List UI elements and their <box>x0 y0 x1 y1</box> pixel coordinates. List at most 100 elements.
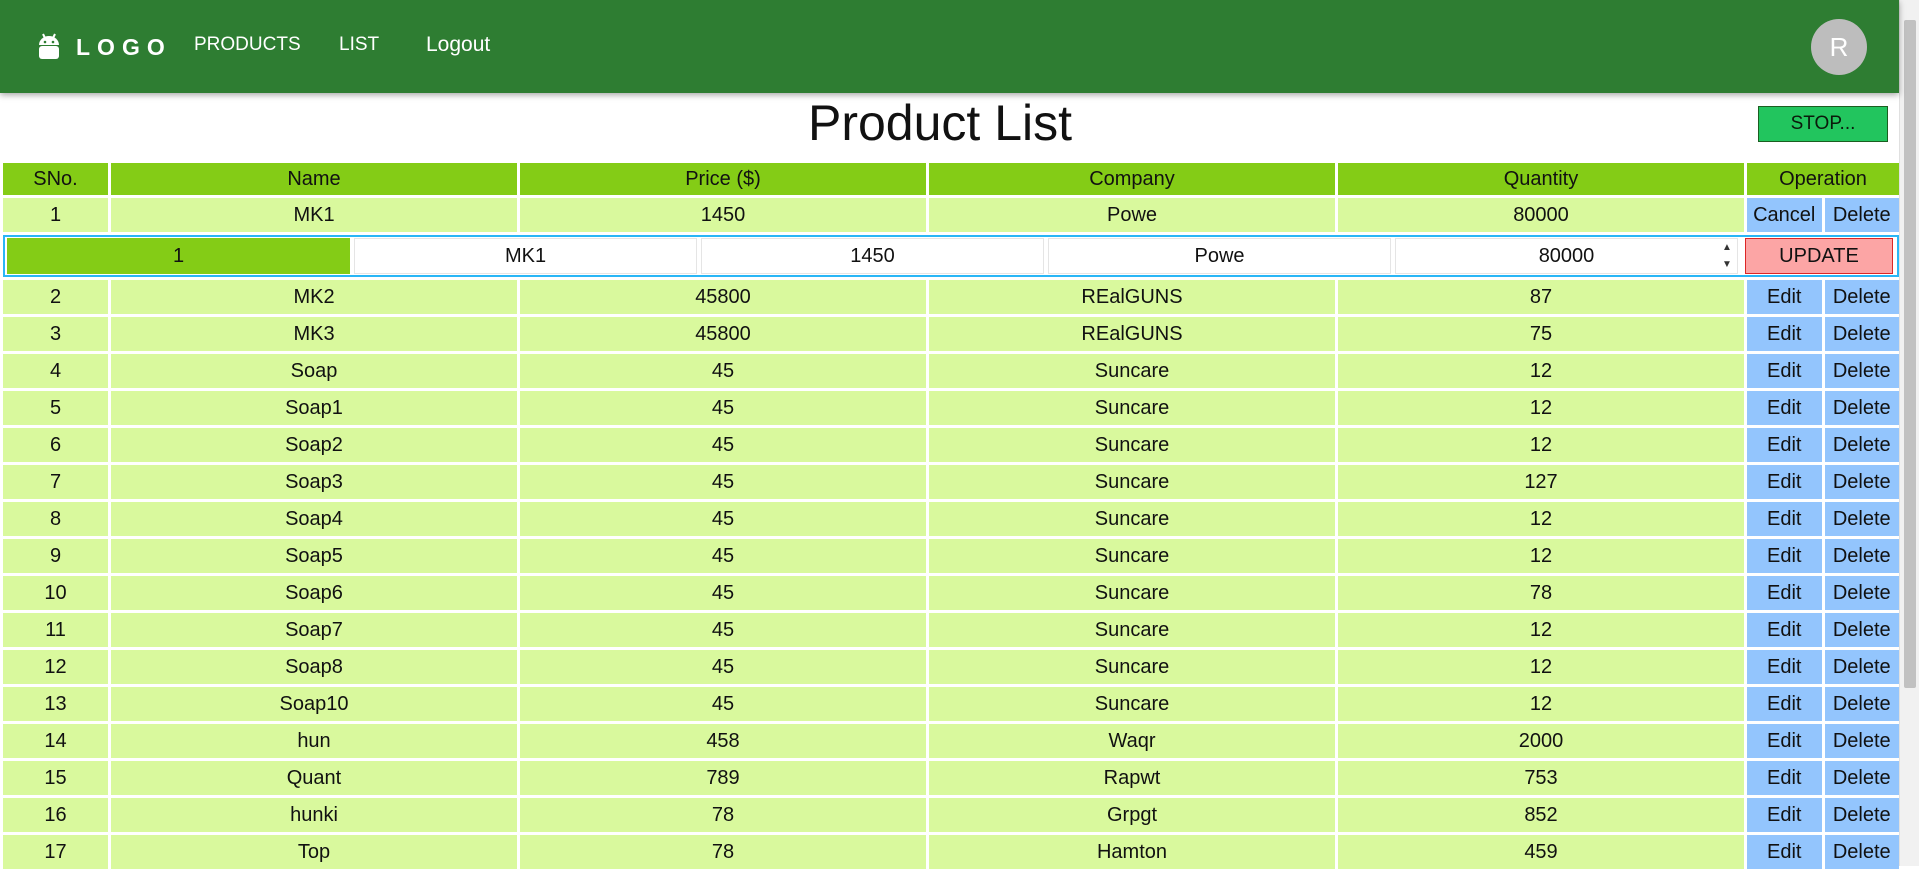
edit-row-cell: 1 ▲ ▼ UPDATE <box>3 235 1899 277</box>
cell-operation: Edit Delete <box>1747 539 1899 573</box>
product-table-container: SNo. Name Price ($) Company Quantity Ope… <box>0 160 1899 872</box>
header-price[interactable]: Price ($) <box>520 163 926 195</box>
cell-quantity: 12 <box>1338 502 1744 536</box>
cell-price: 45 <box>520 687 926 721</box>
stop-button[interactable]: STOP... <box>1758 106 1888 142</box>
edit-button[interactable]: Edit <box>1747 835 1822 869</box>
edit-button[interactable]: Edit <box>1747 502 1822 536</box>
delete-button[interactable]: Delete <box>1824 539 1899 573</box>
chevron-down-icon[interactable]: ▼ <box>1722 259 1732 270</box>
cell-price: 78 <box>520 798 926 832</box>
table-row: 10 Soap6 45 Suncare 78 Edit Delete <box>3 576 1899 610</box>
cell-name: MK2 <box>111 280 517 314</box>
table-row: 17 Top 78 Hamton 459 Edit Delete <box>3 835 1899 869</box>
header-company[interactable]: Company <box>929 163 1335 195</box>
edit-button[interactable]: Edit <box>1747 539 1822 573</box>
page-scrollbar[interactable] <box>1899 0 1919 866</box>
delete-button[interactable]: Delete <box>1824 354 1899 388</box>
edit-button[interactable]: Edit <box>1747 428 1822 462</box>
cell-quantity: 12 <box>1338 391 1744 425</box>
table-row: 9 Soap5 45 Suncare 12 Edit Delete <box>3 539 1899 573</box>
edit-button[interactable]: Edit <box>1747 798 1822 832</box>
edit-button[interactable]: Edit <box>1747 687 1822 721</box>
logout-link[interactable]: Logout <box>426 33 490 57</box>
delete-button[interactable]: Delete <box>1824 835 1899 869</box>
delete-button[interactable]: Delete <box>1824 798 1899 832</box>
header-sno[interactable]: SNo. <box>3 163 108 195</box>
delete-button[interactable]: Delete <box>1824 650 1899 684</box>
edit-button[interactable]: Edit <box>1747 761 1822 795</box>
delete-button[interactable]: Delete <box>1824 280 1899 314</box>
cell-operation: Edit Delete <box>1747 650 1899 684</box>
cell-operation: Edit Delete <box>1747 428 1899 462</box>
cell-sno: 6 <box>3 428 108 462</box>
cell-quantity: 12 <box>1338 539 1744 573</box>
table-body: 1 MK1 1450 Powe 80000 Cancel Delete 1 MK… <box>3 198 1899 869</box>
header-quantity[interactable]: Quantity <box>1338 163 1744 195</box>
edit-button[interactable]: Edit <box>1747 724 1822 758</box>
nav-link-list[interactable]: LIST <box>339 34 379 56</box>
table-row: 8 Soap4 45 Suncare 12 Edit Delete <box>3 502 1899 536</box>
cell-price: 45 <box>520 539 926 573</box>
edit-name-input[interactable] <box>354 238 697 274</box>
cancel-button[interactable]: Cancel <box>1747 198 1822 232</box>
table-row: 3 MK3 45800 REalGUNS 75 Edit Delete <box>3 317 1899 351</box>
delete-button[interactable]: Delete <box>1824 687 1899 721</box>
cell-price: 45 <box>520 354 926 388</box>
delete-button[interactable]: Delete <box>1824 198 1899 232</box>
delete-button[interactable]: Delete <box>1824 391 1899 425</box>
header-name[interactable]: Name <box>111 163 517 195</box>
cell-sno: 10 <box>3 576 108 610</box>
table-row: 1 MK1 1450 Powe 80000 Cancel Delete <box>3 198 1899 232</box>
cell-price: 45800 <box>520 317 926 351</box>
cell-price: 45 <box>520 613 926 647</box>
cell-operation: Edit Delete <box>1747 835 1899 869</box>
chevron-up-icon[interactable]: ▲ <box>1722 242 1732 253</box>
edit-button[interactable]: Edit <box>1747 280 1822 314</box>
edit-sno: 1 <box>7 238 350 274</box>
edit-company-input[interactable] <box>1048 238 1391 274</box>
edit-button[interactable]: Edit <box>1747 354 1822 388</box>
scrollbar-thumb[interactable] <box>1904 20 1916 688</box>
edit-button[interactable]: Edit <box>1747 613 1822 647</box>
cell-sno: 1 <box>3 198 108 232</box>
edit-button[interactable]: Edit <box>1747 317 1822 351</box>
cell-operation: Edit Delete <box>1747 687 1899 721</box>
cell-company: Suncare <box>929 687 1335 721</box>
delete-button[interactable]: Delete <box>1824 761 1899 795</box>
cell-price: 45 <box>520 650 926 684</box>
edit-price-input[interactable] <box>701 238 1044 274</box>
delete-button[interactable]: Delete <box>1824 724 1899 758</box>
table-row: 15 Quant 789 Rapwt 753 Edit Delete <box>3 761 1899 795</box>
table-row: 13 Soap10 45 Suncare 12 Edit Delete <box>3 687 1899 721</box>
edit-quantity-input[interactable] <box>1395 238 1738 274</box>
cell-quantity: 12 <box>1338 354 1744 388</box>
cell-sno: 5 <box>3 391 108 425</box>
edit-button[interactable]: Edit <box>1747 391 1822 425</box>
delete-button[interactable]: Delete <box>1824 465 1899 499</box>
cell-price: 45 <box>520 502 926 536</box>
nav-link-products[interactable]: PRODUCTS <box>194 34 301 56</box>
cell-company: Suncare <box>929 354 1335 388</box>
delete-button[interactable]: Delete <box>1824 576 1899 610</box>
cell-name: Soap5 <box>111 539 517 573</box>
edit-button[interactable]: Edit <box>1747 465 1822 499</box>
table-row: 7 Soap3 45 Suncare 127 Edit Delete <box>3 465 1899 499</box>
delete-button[interactable]: Delete <box>1824 613 1899 647</box>
cell-company: Powe <box>929 198 1335 232</box>
cell-company: REalGUNS <box>929 280 1335 314</box>
edit-button[interactable]: Edit <box>1747 576 1822 610</box>
delete-button[interactable]: Delete <box>1824 317 1899 351</box>
logo[interactable]: LOGO <box>36 30 172 64</box>
cell-quantity: 127 <box>1338 465 1744 499</box>
edit-button[interactable]: Edit <box>1747 650 1822 684</box>
cell-sno: 4 <box>3 354 108 388</box>
update-button[interactable]: UPDATE <box>1745 238 1893 274</box>
cell-company: Waqr <box>929 724 1335 758</box>
delete-button[interactable]: Delete <box>1824 502 1899 536</box>
cell-name: hunki <box>111 798 517 832</box>
delete-button[interactable]: Delete <box>1824 428 1899 462</box>
quantity-stepper[interactable]: ▲ ▼ <box>1720 242 1734 270</box>
avatar[interactable]: R <box>1811 19 1867 75</box>
cell-sno: 12 <box>3 650 108 684</box>
